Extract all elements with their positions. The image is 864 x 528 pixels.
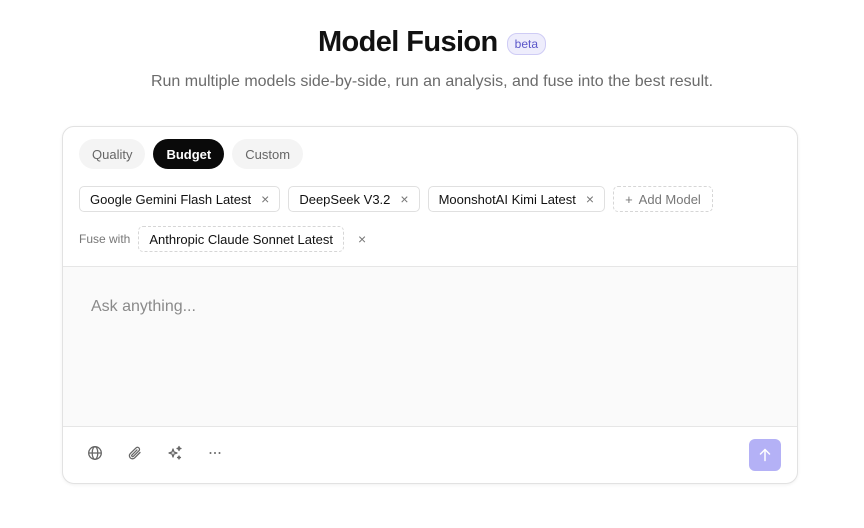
tab-custom[interactable]: Custom [232,139,304,169]
model-chip[interactable]: DeepSeek V3.2 × [288,186,420,212]
prompt-area [63,266,797,427]
model-chip[interactable]: Google Gemini Flash Latest × [79,186,281,212]
model-chip[interactable]: MoonshotAI Kimi Latest × [427,186,606,212]
close-icon[interactable]: × [261,191,269,207]
fuse-label: Fuse with [79,232,131,246]
model-list: Google Gemini Flash Latest × DeepSeek V3… [79,186,713,212]
fuse-row: Fuse with Anthropic Claude Sonnet Latest… [79,226,366,252]
send-button[interactable] [749,439,781,471]
fuse-model-label: Anthropic Claude Sonnet Latest [149,231,333,247]
plus-icon: + [625,191,633,207]
model-chip-label: MoonshotAI Kimi Latest [438,191,576,207]
sparkles-icon[interactable] [165,443,185,463]
paperclip-icon[interactable] [125,443,145,463]
more-icon[interactable] [205,443,225,463]
globe-icon[interactable] [85,443,105,463]
model-chip-label: Google Gemini Flash Latest [90,191,252,207]
title-row: Model Fusion beta [0,26,864,59]
beta-badge: beta [506,33,547,55]
close-icon[interactable]: × [358,231,366,247]
page-subtitle: Run multiple models side-by-side, run an… [150,73,714,90]
tab-budget[interactable]: Budget [153,139,225,169]
add-model-label: Add Model [638,191,701,207]
close-icon[interactable]: × [586,191,594,207]
prompt-toolbar [85,443,225,463]
preset-tabs: Quality Budget Custom [79,139,304,169]
prompt-input[interactable] [91,295,751,319]
close-icon[interactable]: × [400,191,408,207]
tab-quality[interactable]: Quality [79,139,146,169]
arrow-up-icon [759,448,771,462]
fusion-card: Quality Budget Custom Google Gemini Flas… [62,126,798,484]
fuse-model-chip[interactable]: Anthropic Claude Sonnet Latest [138,226,344,252]
page-title: Model Fusion [317,26,498,58]
add-model-button[interactable]: + Add Model [613,186,713,212]
model-chip-label: DeepSeek V3.2 [299,191,391,207]
